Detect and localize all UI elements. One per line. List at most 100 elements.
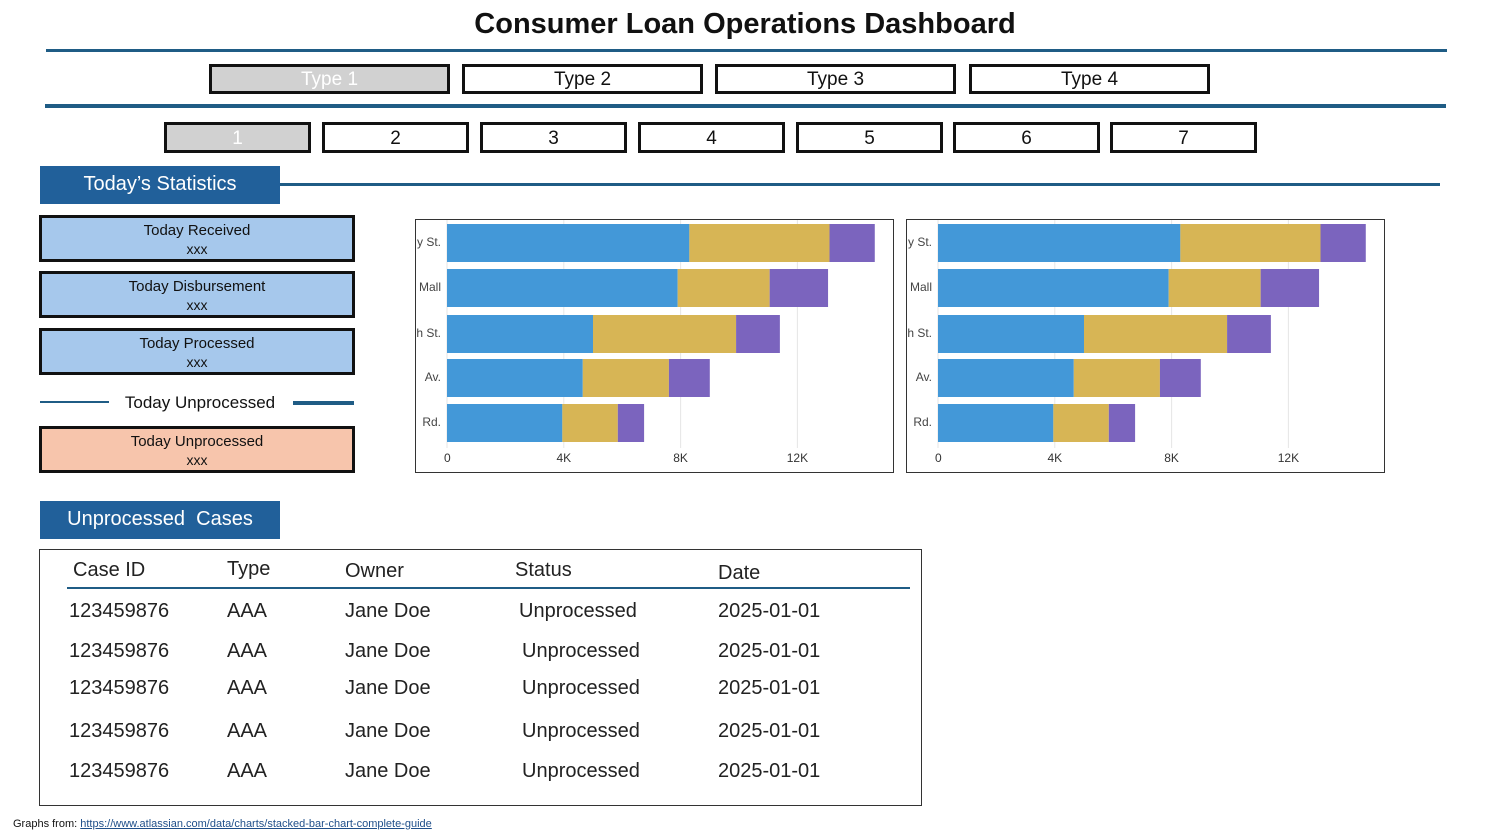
bar-segment [1320,224,1366,262]
divider-top [46,49,1447,52]
chart-svg: y St. Mall h St. Av. Rd. 0 4K 8K 12K [907,220,1366,465]
x-tick-label: 8K [673,451,688,465]
cases-table: Case ID Type Owner Status Date 123459876… [39,549,922,806]
owner-cell: Jane Doe [345,760,431,782]
bar-segment [562,404,618,442]
case-id-cell: 123459876 [69,760,170,782]
bar-segment [769,269,829,307]
divider-middle [45,104,1446,108]
category-label: h St. [907,326,932,340]
status-cell: Unprocessed [522,720,640,742]
tab-number-6[interactable]: 6 [953,122,1100,153]
source-footer: Graphs from: https://www.atlassian.com/d… [13,818,432,830]
tab-type-3[interactable]: Type 3 [715,64,956,94]
stacked-bar-chart-2: y St. Mall h St. Av. Rd. 0 4K 8K 12K [906,219,1385,473]
case-id-cell: 123459876 [69,640,170,662]
column-header-case-id: Case ID [73,559,146,581]
stat-label: Today Received [143,222,251,239]
cases-section-header: Unprocessed Cases [40,501,280,539]
bar-segment [1084,315,1228,353]
tab-type-1[interactable]: Type 1 [209,64,450,94]
status-cell: Unprocessed [522,760,640,782]
column-header-owner: Owner [345,560,404,582]
bar-segment [1168,269,1261,307]
owner-cell: Jane Doe [345,720,431,742]
tab-number-3[interactable]: 3 [480,122,627,153]
date-cell: 2025-01-01 [718,677,821,699]
x-tick-label: 12K [787,451,808,465]
tab-number-1[interactable]: 1 [164,122,311,153]
x-tick-label: 4K [1047,451,1062,465]
tab-number-4[interactable]: 4 [638,122,785,153]
unprocessed-divider-left [40,401,109,403]
stat-value: xxx [186,354,208,370]
type-cell: AAA [227,760,268,782]
bar-segment [447,315,593,353]
x-tick-label: 8K [1164,451,1179,465]
today-processed-card: Today Processed xxx [39,328,355,375]
case-id-cell: 123459876 [69,720,170,742]
tab-type-2[interactable]: Type 2 [462,64,703,94]
tab-type-4[interactable]: Type 4 [969,64,1210,94]
chart-svg: y St. Mall h St. Av. Rd. 0 4K 8K 12K [416,220,875,465]
date-cell: 2025-01-01 [718,600,821,622]
tab-number-5[interactable]: 5 [796,122,943,153]
page-title: Consumer Loan Operations Dashboard [474,8,1016,40]
bar-segment [447,224,690,262]
footer-prefix: Graphs from: [13,818,81,830]
bar-segment [1108,404,1136,442]
column-header-date: Date [718,562,761,584]
bar-segment [736,315,780,353]
bar-segment [677,269,770,307]
column-header-status: Status [515,559,572,581]
table-header-rule [67,587,910,589]
bar-segment [447,404,563,442]
category-label: Av. [425,370,441,384]
stat-value: xxx [186,297,208,313]
x-tick-label: 0 [444,451,451,465]
stat-label: Today Processed [139,335,255,352]
category-label: Rd. [913,415,932,429]
type-cell: AAA [227,677,268,699]
owner-cell: Jane Doe [345,600,431,622]
bar-segment [1053,404,1109,442]
case-id-cell: 123459876 [69,677,170,699]
type-cell: AAA [227,640,268,662]
stats-header-rule [280,183,1440,186]
bar-segment [668,359,710,397]
bar-segment [1180,224,1321,262]
bar-segment [938,315,1084,353]
today-unprocessed-card: Today Unprocessed xxx [39,426,355,473]
x-tick-label: 0 [935,451,942,465]
bar-segment [938,224,1181,262]
category-label: Mall [910,280,932,294]
bar-segment [938,404,1054,442]
bar-segment [829,224,875,262]
owner-cell: Jane Doe [345,677,431,699]
owner-cell: Jane Doe [345,640,431,662]
unprocessed-divider-right [293,401,354,405]
stat-value: xxx [186,452,208,468]
category-label: Rd. [422,415,441,429]
bar-segment [447,269,678,307]
today-received-card: Today Received xxx [39,215,355,262]
category-label: Mall [419,280,441,294]
bar-segment [617,404,645,442]
bar-segment [582,359,669,397]
today-disbursement-card: Today Disbursement xxx [39,271,355,318]
bar-segment [1260,269,1320,307]
stacked-bar-chart-1: y St. Mall h St. Av. Rd. 0 4K 8K 12K [415,219,894,473]
source-link[interactable]: https://www.atlassian.com/data/charts/st… [80,818,432,830]
bar-segment [593,315,737,353]
case-id-cell: 123459876 [69,600,170,622]
category-label: y St. [908,235,932,249]
bar-segment [1159,359,1201,397]
unprocessed-divider-label: Today Unprocessed [124,393,276,412]
bar-segment [689,224,830,262]
stat-value: xxx [186,241,208,257]
category-label: h St. [416,326,441,340]
status-cell: Unprocessed [519,600,637,622]
tab-number-2[interactable]: 2 [322,122,469,153]
date-cell: 2025-01-01 [718,640,821,662]
tab-number-7[interactable]: 7 [1110,122,1257,153]
